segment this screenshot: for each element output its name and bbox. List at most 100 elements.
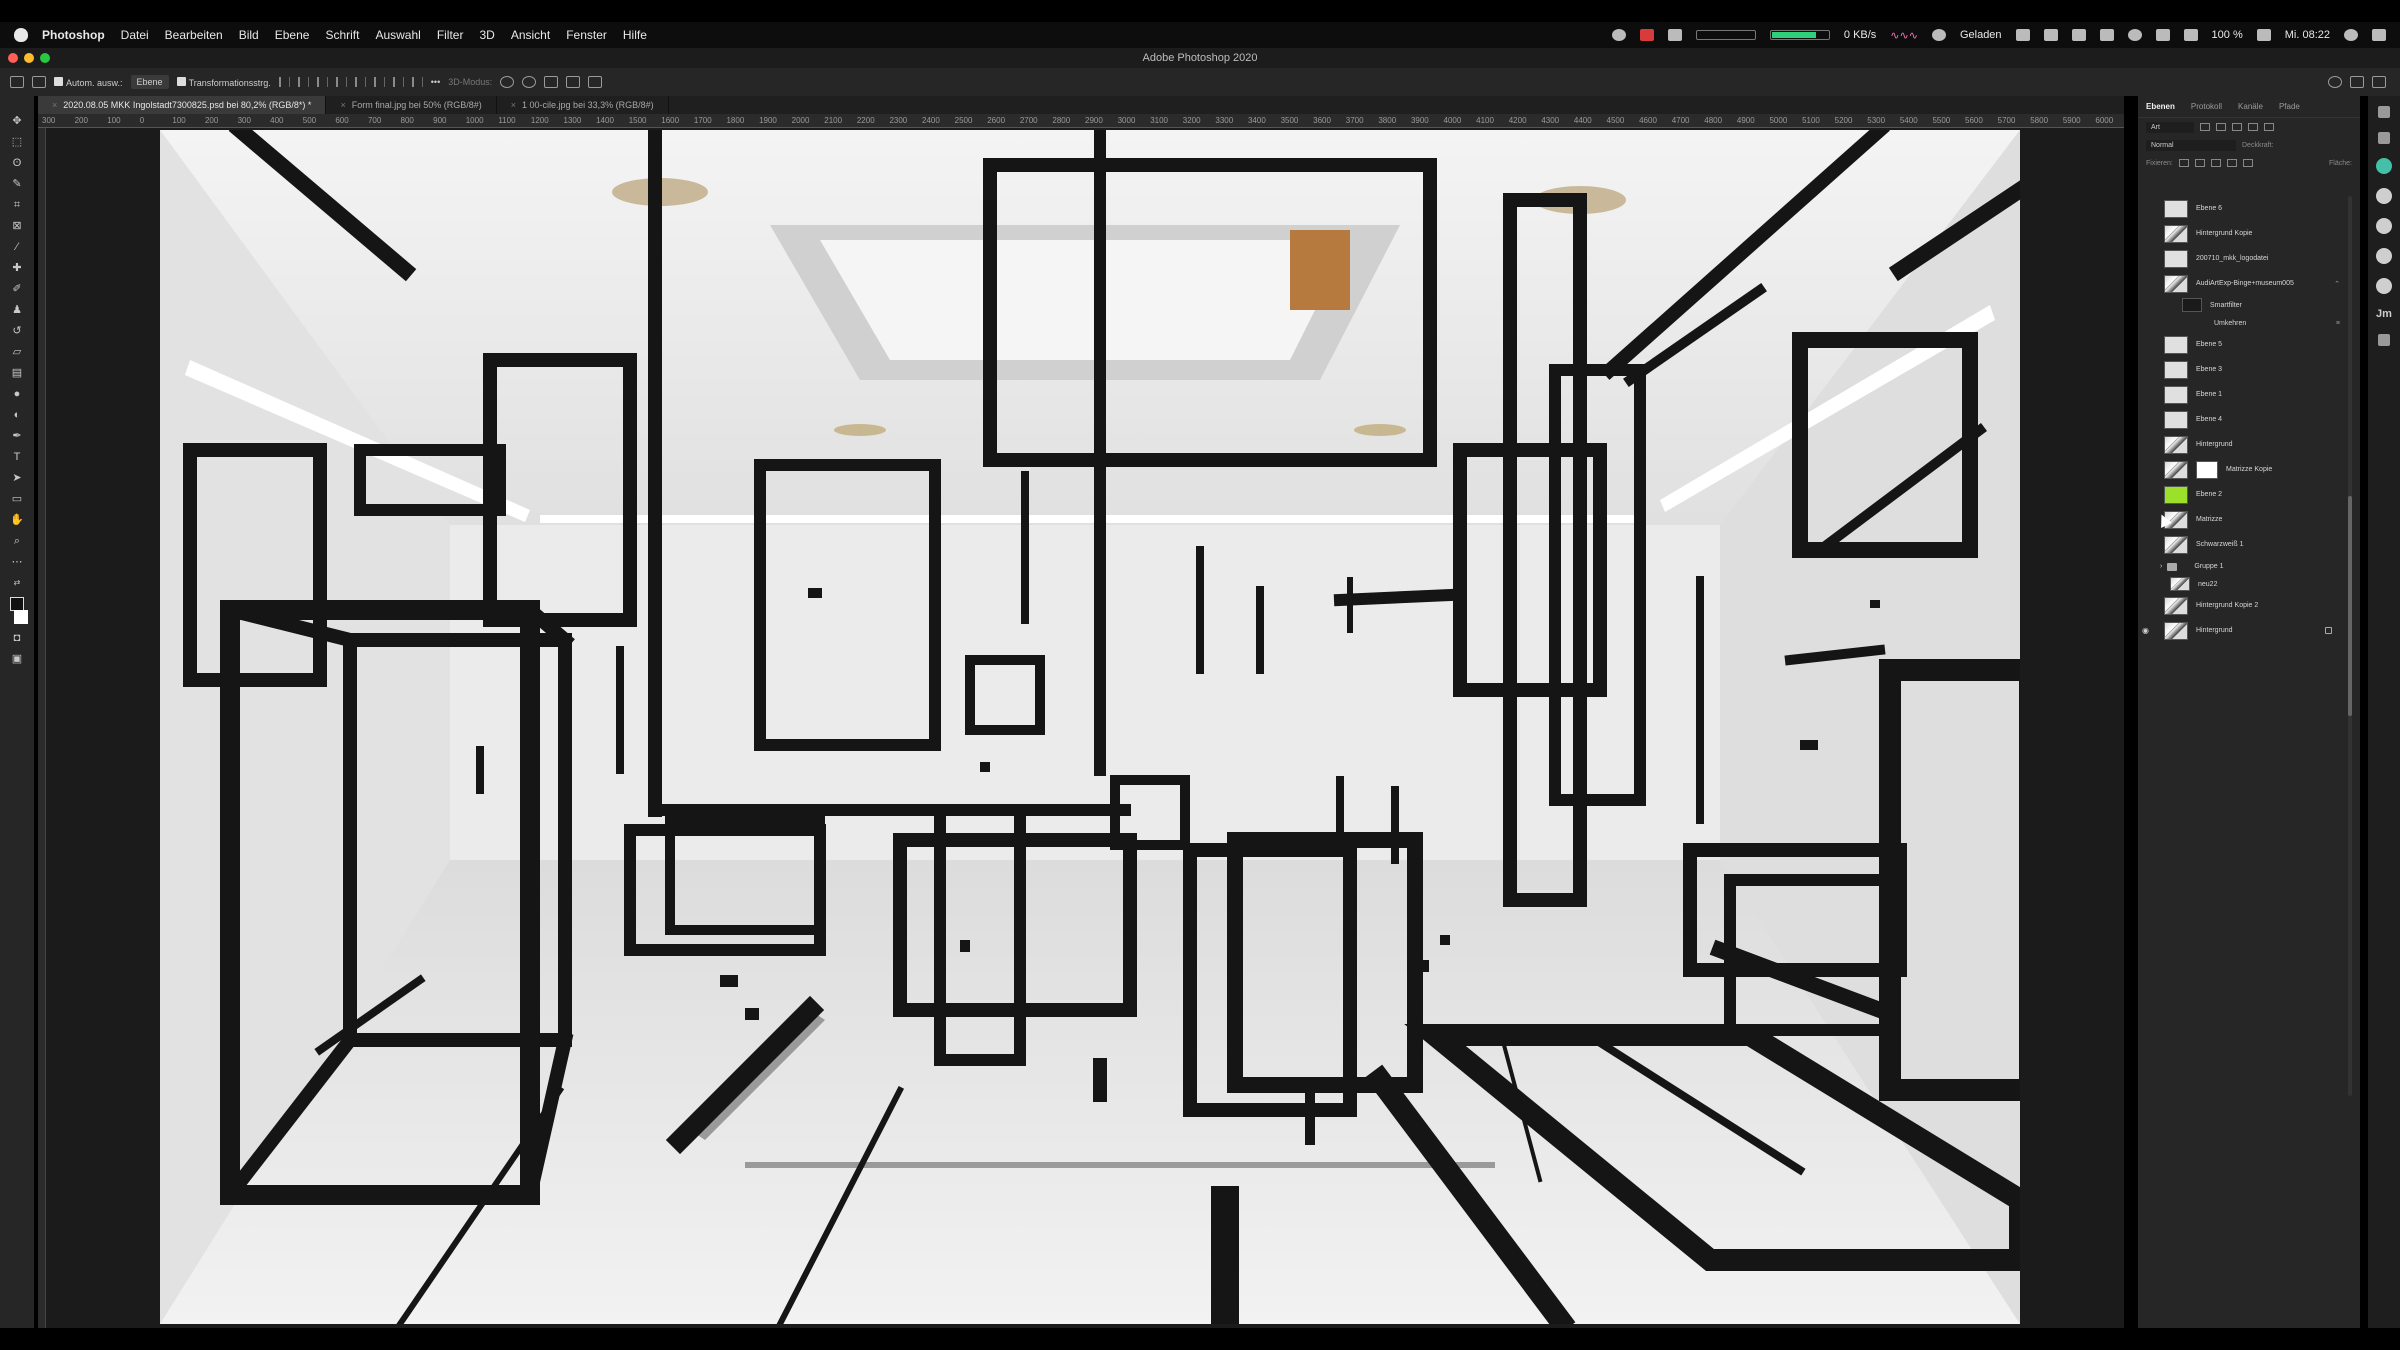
menu-datei[interactable]: Datei: [121, 28, 149, 42]
screen-mode-icon[interactable]: ▣: [10, 652, 24, 666]
layer-row[interactable]: Ebene 1: [2138, 382, 2360, 407]
layer-row[interactable]: Smartfilter: [2138, 296, 2360, 314]
lock-all-icon[interactable]: [2242, 159, 2253, 167]
layer-row[interactable]: Umkehren ≡: [2138, 314, 2360, 332]
distribute-vertical-icon[interactable]: [411, 77, 423, 87]
menu-auswahl[interactable]: Auswahl: [375, 28, 420, 42]
share-icon[interactable]: [2372, 76, 2386, 88]
rec-badge-icon[interactable]: [1639, 29, 1654, 41]
layer-row[interactable]: AudiArtExp-Binge+museum005 ⌃: [2138, 271, 2360, 296]
move-tool-icon[interactable]: ✥: [10, 114, 24, 128]
lock-move-icon[interactable]: [2210, 159, 2221, 167]
lock-artboard-icon[interactable]: [2226, 159, 2237, 167]
more-tools-icon[interactable]: ⋯: [10, 555, 24, 569]
foreground-color-swatch[interactable]: [10, 597, 24, 611]
hand-tool-icon[interactable]: ✋: [10, 513, 24, 527]
tab-kanaele[interactable]: Kanäle: [2230, 102, 2271, 111]
record-icon[interactable]: [1611, 29, 1626, 41]
search-icon[interactable]: [2328, 76, 2342, 88]
roll-3d-icon[interactable]: [522, 76, 537, 88]
frame-tool-icon[interactable]: ⊠: [10, 219, 24, 233]
auto-select-option[interactable]: Autom. ausw.:: [54, 76, 123, 88]
globe-icon[interactable]: [2376, 158, 2392, 174]
menu-fenster[interactable]: Fenster: [566, 28, 607, 42]
more-options-icon[interactable]: •••: [431, 77, 440, 87]
layer-row[interactable]: Schwarzweiß 1: [2138, 532, 2360, 557]
tab-pfade[interactable]: Pfade: [2271, 102, 2308, 111]
layer-row[interactable]: neu22: [2138, 575, 2360, 593]
close-tab-icon[interactable]: ×: [340, 96, 345, 114]
quick-mask-icon[interactable]: ◘: [10, 631, 24, 645]
menu-filter[interactable]: Filter: [437, 28, 464, 42]
pen-tool-icon[interactable]: ✒: [10, 429, 24, 443]
filter-shape-icon[interactable]: [2248, 123, 2258, 131]
bluetooth-icon[interactable]: [2155, 29, 2170, 41]
align-left-icon[interactable]: [278, 77, 290, 87]
filter-type-icon[interactable]: [2232, 123, 2242, 131]
wifi-icon[interactable]: [2183, 29, 2198, 41]
layer-mask-thumbnail[interactable]: [2196, 460, 2218, 479]
time-machine-icon[interactable]: [2127, 29, 2142, 41]
auto-select-dropdown[interactable]: Ebene: [130, 75, 169, 89]
layer-row[interactable]: Matrizze: [2138, 507, 2360, 532]
healing-tool-icon[interactable]: ✚: [10, 261, 24, 275]
jm-label[interactable]: Jm: [2376, 308, 2392, 320]
zoom-window-icon[interactable]: [40, 53, 50, 63]
align-top-icon[interactable]: [354, 77, 366, 87]
menu-schrift[interactable]: Schrift: [325, 28, 359, 42]
layer-row[interactable]: Hintergrund: [2138, 432, 2360, 457]
menu-hilfe[interactable]: Hilfe: [623, 28, 647, 42]
pan-3d-icon[interactable]: [544, 76, 559, 88]
align-center-icon[interactable]: [297, 77, 309, 87]
clock[interactable]: Mi. 08:22: [2285, 29, 2330, 41]
layer-row[interactable]: Ebene 5: [2138, 332, 2360, 357]
layer-row[interactable]: Hintergrund Kopie: [2138, 221, 2360, 246]
layer-row[interactable]: 200710_mkk_logodatei: [2138, 246, 2360, 271]
canvas-area[interactable]: [46, 128, 2124, 1328]
menu-bearbeiten[interactable]: Bearbeiten: [165, 28, 223, 42]
layer-row[interactable]: Ebene 2: [2138, 482, 2360, 507]
transform-checkbox[interactable]: [176, 76, 186, 86]
layers-scrollbar[interactable]: [2348, 196, 2352, 1096]
character-icon[interactable]: [2378, 106, 2390, 118]
distribute-icon[interactable]: [335, 77, 347, 87]
battery-level-icon[interactable]: [2256, 29, 2271, 41]
dodge-tool-icon[interactable]: ◐: [10, 408, 24, 422]
layer-row[interactable]: Hintergrund Kopie 2: [2138, 593, 2360, 618]
orbit-3d-icon[interactable]: [500, 76, 515, 88]
menu-bild[interactable]: Bild: [239, 28, 259, 42]
move-tool-preset-icon[interactable]: [32, 76, 46, 88]
document-tab[interactable]: × Form final.jpg bei 50% (RGB/8#): [326, 96, 497, 114]
slide-3d-icon[interactable]: [566, 76, 581, 88]
dropbox-icon[interactable]: [2043, 29, 2058, 41]
align-bottom-icon[interactable]: [392, 77, 404, 87]
auto-select-checkbox[interactable]: [54, 76, 63, 86]
menu-ansicht[interactable]: Ansicht: [511, 28, 550, 42]
gradient-tool-icon[interactable]: ▤: [10, 366, 24, 380]
globe-icon[interactable]: [2376, 218, 2392, 234]
close-window-icon[interactable]: [8, 53, 18, 63]
menu-3d[interactable]: 3D: [479, 28, 494, 42]
transform-controls-option[interactable]: Transformationsstrg.: [176, 76, 271, 88]
apple-icon[interactable]: [14, 28, 28, 42]
eyedropper-tool-icon[interactable]: ⁄: [10, 240, 24, 254]
blur-tool-icon[interactable]: ●: [10, 387, 24, 401]
paragraph-icon[interactable]: [2378, 132, 2390, 144]
screen-icon[interactable]: [1667, 29, 1682, 41]
tools-icon[interactable]: [2378, 334, 2390, 346]
horizontal-ruler[interactable]: 300 200 100 0 100 200 300 400 500 600 700 800 900 100…: [38, 114, 2124, 128]
history-brush-tool-icon[interactable]: ↺: [10, 324, 24, 338]
vertical-ruler[interactable]: [38, 128, 46, 1328]
home-icon[interactable]: [10, 76, 24, 88]
background-color-swatch[interactable]: [14, 610, 28, 624]
globe-icon[interactable]: [2376, 278, 2392, 294]
menu-ebene[interactable]: Ebene: [275, 28, 310, 42]
lock-pixels-icon[interactable]: [2178, 159, 2189, 167]
battery-icon[interactable]: [2015, 29, 2030, 41]
crop-tool-icon[interactable]: ⌗: [10, 198, 24, 212]
eraser-tool-icon[interactable]: ▱: [10, 345, 24, 359]
type-tool-icon[interactable]: T: [10, 450, 24, 464]
workspace-icon[interactable]: [2350, 76, 2364, 88]
display-icon[interactable]: [2071, 29, 2086, 41]
zoom-tool-icon[interactable]: ⌕: [10, 534, 24, 548]
